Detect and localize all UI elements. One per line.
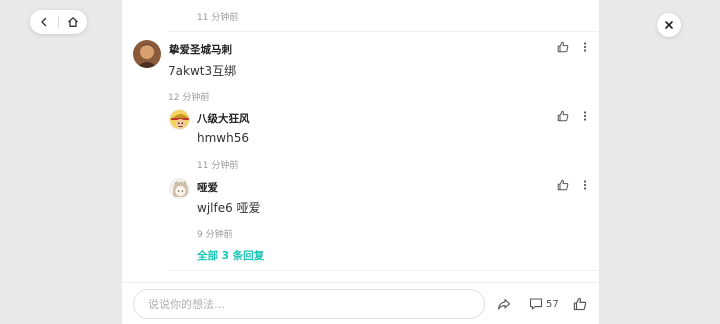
comment-time: 12 分钟前: [168, 93, 210, 103]
comment-text: 7akwt3互绑: [168, 64, 237, 78]
reply-avatar-image: [170, 110, 189, 129]
back-button[interactable]: [30, 10, 58, 34]
more-vertical-icon: [583, 42, 587, 52]
reply-username[interactable]: 八级大狂风: [197, 111, 250, 126]
reply-text: wjlfe6 哑爱: [197, 201, 261, 215]
reply-time: 11 分钟前: [197, 161, 239, 171]
comment-count-button[interactable]: 57: [529, 297, 559, 311]
comment-input-placeholder: 说说你的想法…: [148, 298, 225, 311]
reply-username[interactable]: 哑爱: [197, 180, 218, 195]
more-button[interactable]: [581, 40, 589, 54]
reply-like-button[interactable]: [556, 178, 570, 192]
comment-count: 57: [546, 298, 559, 310]
comments-panel: 11 分钟前 挚爱圣城马刺 7akwt3互绑 12 分钟前 八级大狂风 hmwh…: [122, 0, 599, 324]
nav-pill: [30, 10, 87, 34]
reply-avatar[interactable]: [169, 109, 190, 130]
reply-time: 9 分钟前: [197, 230, 233, 240]
reply-avatar-image: [170, 179, 189, 198]
reply-more-button[interactable]: [581, 109, 589, 123]
thumbs-up-icon: [573, 297, 587, 311]
more-vertical-icon: [583, 180, 587, 190]
home-icon: [68, 17, 78, 27]
view-all-replies-link[interactable]: 全部 3 条回复: [197, 248, 264, 263]
comment-icon: [529, 298, 543, 310]
share-icon: [497, 298, 511, 310]
home-button[interactable]: [59, 10, 87, 34]
thumbs-up-icon: [557, 41, 569, 53]
thumbs-up-icon: [557, 179, 569, 191]
close-icon: [665, 21, 673, 29]
reply-text: hmwh56: [197, 131, 249, 145]
thumbs-up-icon: [557, 110, 569, 122]
close-button[interactable]: [657, 13, 681, 37]
like-article-button[interactable]: [573, 297, 587, 311]
comment-input-bar: 说说你的想法… 57: [122, 282, 599, 324]
chevron-left-icon: [41, 17, 47, 27]
reply-like-button[interactable]: [556, 109, 570, 123]
comment-input[interactable]: 说说你的想法…: [133, 289, 485, 319]
reply-more-button[interactable]: [581, 178, 589, 192]
like-button[interactable]: [556, 40, 570, 54]
avatar[interactable]: [133, 40, 161, 68]
comment-username[interactable]: 挚爱圣城马刺: [169, 42, 232, 57]
divider: [168, 31, 599, 32]
divider: [168, 270, 599, 271]
avatar-image: [133, 40, 161, 68]
previous-comment-time: 11 分钟前: [197, 13, 239, 23]
more-vertical-icon: [583, 111, 587, 121]
share-button[interactable]: [497, 297, 511, 311]
reply-avatar[interactable]: [169, 178, 190, 199]
